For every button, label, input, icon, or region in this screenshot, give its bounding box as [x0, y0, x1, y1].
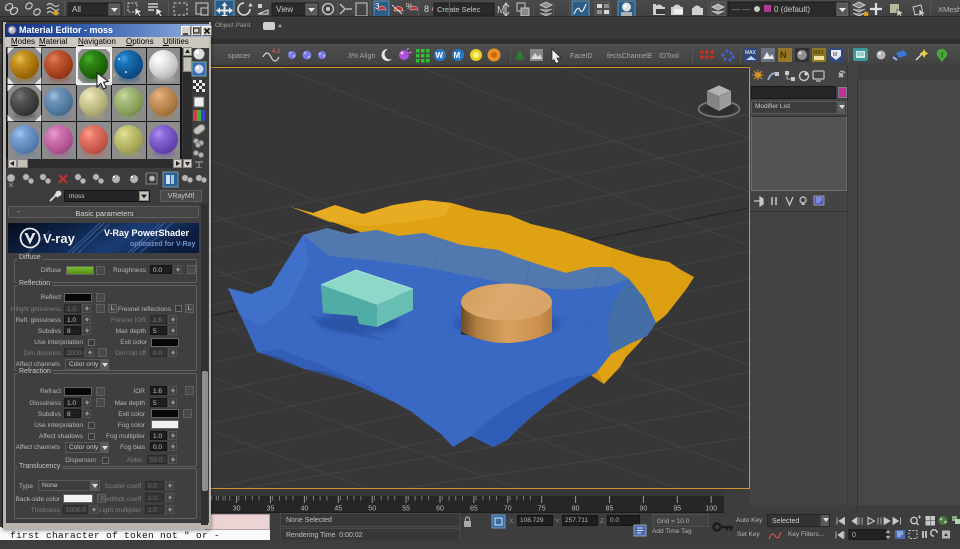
svg-text:V-Ray PowerShader: V-Ray PowerShader	[104, 228, 190, 238]
svg-text:70: 70	[504, 506, 512, 513]
svg-text:75: 75	[538, 506, 546, 513]
svg-text:0 (default): 0 (default)	[774, 5, 810, 14]
svg-text:4.2: 4.2	[272, 49, 281, 55]
svg-text:spacer: spacer	[228, 51, 251, 60]
svg-text:30: 30	[233, 506, 241, 513]
svg-text:0: 0	[852, 532, 856, 539]
svg-text:IDTool: IDTool	[659, 53, 679, 60]
svg-text:fectsChannelE: fectsChannelE	[607, 53, 653, 60]
svg-text:60: 60	[436, 506, 444, 513]
svg-text:3% Align: 3% Align	[348, 53, 375, 60]
svg-text:N: N	[780, 50, 787, 60]
svg-text:55: 55	[402, 506, 410, 513]
svg-text:65: 65	[470, 506, 478, 513]
svg-text:45: 45	[334, 506, 342, 513]
svg-text:90: 90	[640, 506, 648, 513]
svg-text:95: 95	[673, 506, 681, 513]
svg-text:M: M	[833, 52, 837, 58]
svg-text:M: M	[497, 5, 505, 16]
svg-text:35: 35	[267, 506, 275, 513]
svg-text:40: 40	[301, 506, 309, 513]
svg-text:8: 8	[424, 4, 429, 14]
svg-text:— —: — —	[732, 5, 750, 14]
svg-text:FaceID: FaceID	[570, 53, 593, 60]
svg-text:50: 50	[368, 506, 376, 513]
svg-text:W: W	[436, 51, 444, 60]
svg-text:85: 85	[606, 506, 614, 513]
svg-text:View: View	[276, 5, 293, 14]
svg-text:80: 80	[572, 506, 580, 513]
svg-text:optimized for V-Ray: optimized for V-Ray	[130, 241, 195, 248]
svg-text:MAX: MAX	[745, 50, 757, 56]
svg-text:100: 100	[705, 506, 717, 513]
svg-text:Create Selec: Create Selec	[437, 5, 481, 14]
svg-text:MAX: MAX	[813, 50, 825, 56]
svg-text:M: M	[454, 51, 461, 60]
svg-text:All: All	[72, 5, 81, 14]
svg-text:V-ray: V-ray	[43, 231, 76, 246]
svg-text:XMesh Sav: XMesh Sav	[938, 5, 960, 14]
